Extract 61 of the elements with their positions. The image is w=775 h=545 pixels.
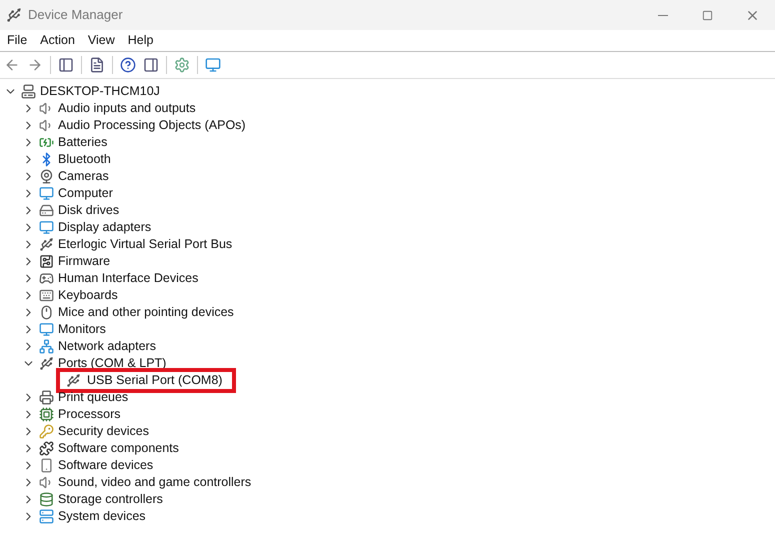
menu-item[interactable]: View (82, 31, 120, 50)
tree-item[interactable]: Processors (58, 405, 121, 424)
tree-item[interactable]: Audio Processing Objects (APOs) (58, 116, 246, 135)
tree-item[interactable]: Batteries (58, 133, 108, 152)
tree-item[interactable]: Software devices (58, 456, 154, 475)
forward-icon (27, 57, 43, 73)
tree-item[interactable]: Monitors (58, 320, 106, 339)
tree-item[interactable]: Bluetooth (58, 150, 111, 169)
tree-item[interactable]: Storage controllers (58, 490, 163, 509)
gamepad-icon (39, 271, 54, 286)
tree-item[interactable]: Human Interface Devices (58, 269, 198, 288)
tree-item[interactable]: Keyboards (58, 286, 118, 305)
tree-item[interactable]: Software components (58, 439, 179, 458)
chip-icon (39, 254, 54, 269)
help-icon (120, 57, 136, 73)
minimize-icon (658, 14, 668, 16)
tree-item[interactable]: Firmware (58, 252, 110, 271)
tree-item[interactable]: Disk drives (58, 201, 120, 220)
back-icon (4, 57, 20, 73)
printer-icon (39, 390, 54, 405)
app-icon (6, 7, 22, 23)
maximize-icon (702, 10, 713, 20)
window-title: Device Manager (28, 6, 123, 24)
mouse-icon (39, 305, 54, 320)
chip-icon (39, 407, 54, 422)
tree-item[interactable]: Mice and other pointing devices (58, 303, 234, 322)
tree-item[interactable]: Eterlogic Virtual Serial Port Bus (58, 235, 232, 254)
network-icon (39, 339, 54, 354)
tree-item[interactable]: DESKTOP-THCM10J (40, 82, 160, 101)
server-icon (39, 509, 54, 524)
monitor-icon (39, 322, 54, 337)
menu-item[interactable]: File (2, 31, 32, 50)
menu-item[interactable]: Action (35, 31, 80, 50)
tree-item[interactable]: Ports (COM & LPT) (58, 354, 166, 373)
monitor-icon (39, 186, 54, 201)
tree-item[interactable]: System devices (58, 507, 146, 526)
tree-item[interactable]: Display adapters (58, 218, 152, 237)
tree-item[interactable]: Network adapters (58, 337, 156, 356)
monitor-icon (39, 220, 54, 235)
tree-item[interactable]: Cameras (58, 167, 109, 186)
device-icon (39, 458, 54, 473)
menu-item[interactable]: Help (122, 31, 158, 50)
key-icon (39, 424, 54, 439)
tree-item[interactable]: Audio inputs and outputs (58, 99, 196, 118)
highlight-frame[interactable]: USB Serial Port (COM8) (60, 372, 232, 389)
tree-item[interactable]: USB Serial Port (COM8) (87, 371, 222, 390)
computer-icon (21, 84, 36, 99)
toolbar-help-button[interactable] (118, 55, 138, 75)
tree-item[interactable]: Security devices (58, 422, 150, 441)
storage-icon (39, 492, 54, 507)
tree-item[interactable]: Print queues (58, 388, 128, 407)
panel-icon (58, 57, 74, 73)
properties-icon (89, 57, 105, 73)
puzzle-icon (39, 441, 54, 456)
webcam-icon (39, 169, 54, 184)
panel-icon (143, 57, 159, 73)
drive-icon (39, 203, 54, 218)
battery-icon (39, 135, 54, 150)
tree-item[interactable]: Sound, video and game controllers (58, 473, 252, 492)
tree-item[interactable]: Computer (58, 184, 113, 203)
keyboard-icon (39, 288, 54, 303)
